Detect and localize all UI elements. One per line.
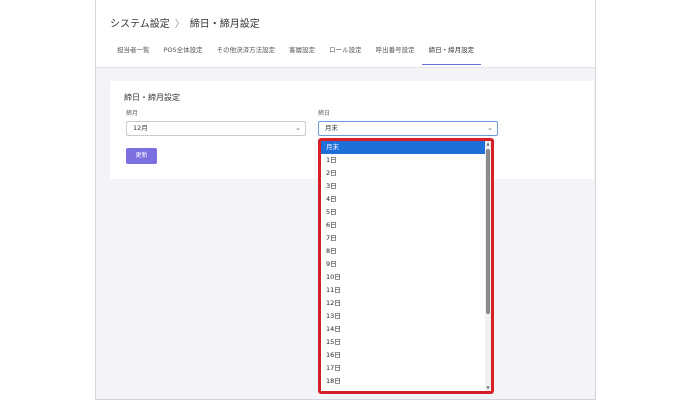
- day-dropdown-list[interactable]: 月末 1日 2日 3日 4日 5日 6日 7日 8日 9日 10日 11日 12日 13日 14日 15日 16…: [318, 138, 494, 394]
- chevron-down-icon: ⌄: [487, 124, 493, 132]
- dropdown-option[interactable]: 8日: [321, 245, 485, 258]
- dropdown-options: 月末 1日 2日 3日 4日 5日 6日 7日 8日 9日 10日 11日 12日 13日 14日 15日 16…: [321, 141, 485, 391]
- dropdown-option[interactable]: 3日: [321, 180, 485, 193]
- dropdown-scrollbar[interactable]: ▲ ▼: [485, 141, 491, 391]
- dropdown-option[interactable]: 17日: [321, 362, 485, 375]
- breadcrumb-current: 締日・締月設定: [189, 18, 260, 30]
- dropdown-option[interactable]: 7日: [321, 232, 485, 245]
- day-select-value: 月末: [325, 124, 338, 132]
- dropdown-option[interactable]: 月末: [321, 141, 485, 154]
- dropdown-option[interactable]: 6日: [321, 219, 485, 232]
- tab-staff-list[interactable]: 担当者一覧: [110, 44, 157, 64]
- day-label: 締日: [318, 110, 331, 117]
- tab-pos-settings[interactable]: POS全体設定: [157, 44, 210, 64]
- update-button[interactable]: 更新: [126, 148, 157, 164]
- tab-role-settings[interactable]: ロール設定: [322, 44, 369, 64]
- dropdown-option[interactable]: 15日: [321, 336, 485, 349]
- dropdown-option[interactable]: 13日: [321, 310, 485, 323]
- breadcrumb-parent[interactable]: システム設定: [110, 15, 170, 30]
- dropdown-option[interactable]: 16日: [321, 349, 485, 362]
- scroll-down-icon[interactable]: ▼: [485, 385, 491, 391]
- dropdown-option[interactable]: 1日: [321, 154, 485, 167]
- card-title: 締日・締月設定: [124, 93, 180, 102]
- scroll-up-icon[interactable]: ▲: [485, 141, 491, 147]
- dropdown-option[interactable]: 12日: [321, 297, 485, 310]
- dropdown-option[interactable]: 19日: [321, 388, 485, 391]
- chevron-down-icon: ⌄: [295, 124, 301, 132]
- chevron-right-icon: 〉: [174, 18, 185, 30]
- month-select[interactable]: 12月 ⌄: [126, 121, 306, 136]
- dropdown-option[interactable]: 4日: [321, 193, 485, 206]
- dropdown-option[interactable]: 18日: [321, 375, 485, 388]
- scroll-thumb[interactable]: [486, 149, 490, 314]
- dropdown-option[interactable]: 11日: [321, 284, 485, 297]
- breadcrumb: システム設定 〉 締日・締月設定: [110, 14, 260, 30]
- dropdown-option[interactable]: 10日: [321, 271, 485, 284]
- dropdown-option[interactable]: 2日: [321, 167, 485, 180]
- tab-closing-settings[interactable]: 締日・締月設定: [421, 44, 482, 65]
- tab-other-payment[interactable]: その他決済方法設定: [210, 44, 283, 64]
- day-select[interactable]: 月末 ⌄: [318, 121, 498, 136]
- tab-bar: 担当者一覧 POS全体設定 その他決済方法設定 客層設定 ロール設定 呼出番号設…: [110, 44, 482, 67]
- month-label: 締月: [126, 110, 139, 117]
- page-header: システム設定 〉 締日・締月設定 担当者一覧 POS全体設定 その他決済方法設定…: [96, 0, 595, 68]
- tab-call-number[interactable]: 呼出番号設定: [369, 44, 422, 64]
- month-select-value: 12月: [133, 124, 148, 132]
- dropdown-option[interactable]: 5日: [321, 206, 485, 219]
- tab-customer-segment[interactable]: 客層設定: [282, 44, 322, 64]
- dropdown-option[interactable]: 9日: [321, 258, 485, 271]
- dropdown-option[interactable]: 14日: [321, 323, 485, 336]
